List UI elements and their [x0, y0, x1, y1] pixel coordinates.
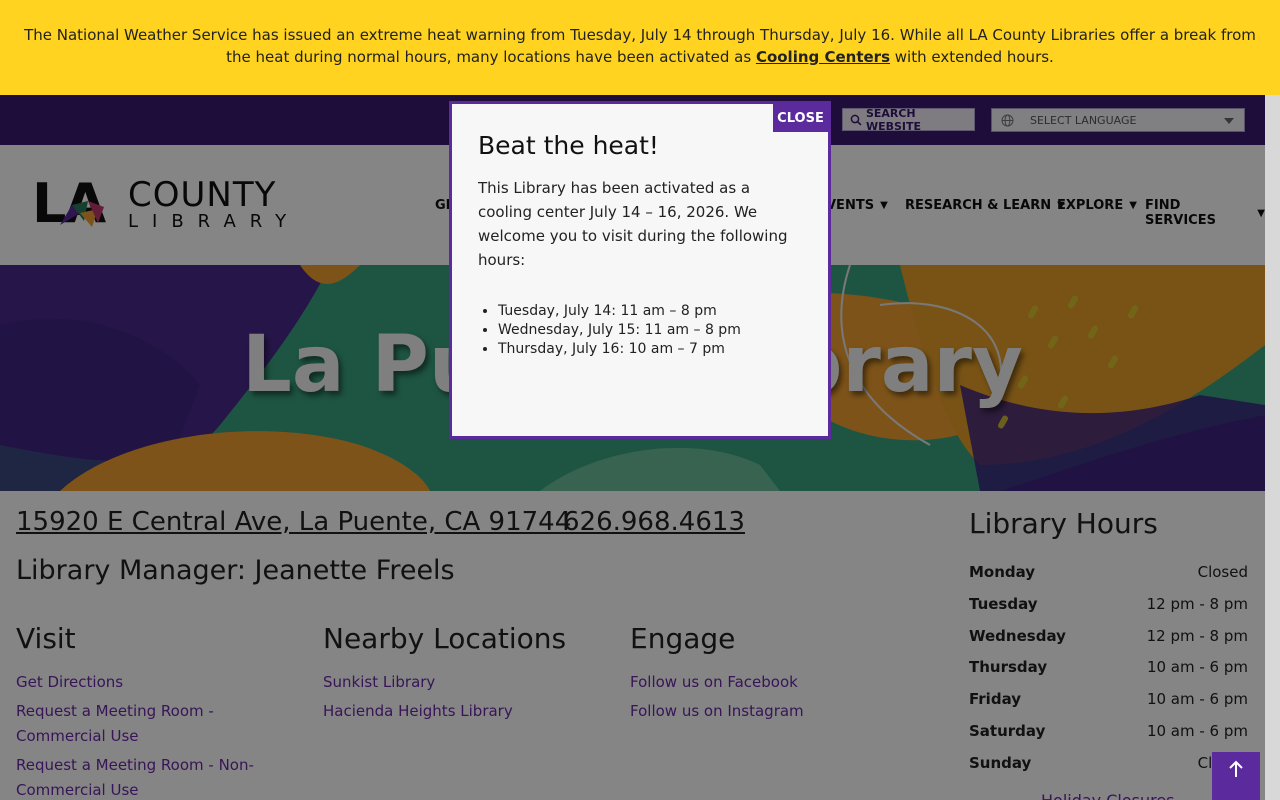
close-button[interactable]: CLOSE: [773, 104, 828, 132]
alert-text-end: with extended hours.: [890, 48, 1054, 66]
list-item: Tuesday, July 14: 11 am – 8 pm: [498, 302, 802, 321]
list-item: Thursday, July 16: 10 am – 7 pm: [498, 340, 802, 359]
modal-title: Beat the heat!: [478, 131, 659, 160]
scroll-to-top-button[interactable]: [1212, 752, 1260, 800]
cooling-centers-link[interactable]: Cooling Centers: [756, 48, 890, 66]
cooling-center-modal: CLOSE Beat the heat! This Library has be…: [449, 101, 831, 439]
heat-alert-banner: The National Weather Service has issued …: [0, 0, 1280, 95]
cooling-hours-list: Tuesday, July 14: 11 am – 8 pm Wednesday…: [478, 302, 802, 359]
page-scrollbar[interactable]: [1265, 95, 1280, 800]
alert-text: The National Weather Service has issued …: [24, 26, 1256, 66]
list-item: Wednesday, July 15: 11 am – 8 pm: [498, 321, 802, 340]
arrow-up-icon: [1229, 760, 1243, 777]
modal-body: This Library has been activated as a coo…: [478, 179, 788, 269]
